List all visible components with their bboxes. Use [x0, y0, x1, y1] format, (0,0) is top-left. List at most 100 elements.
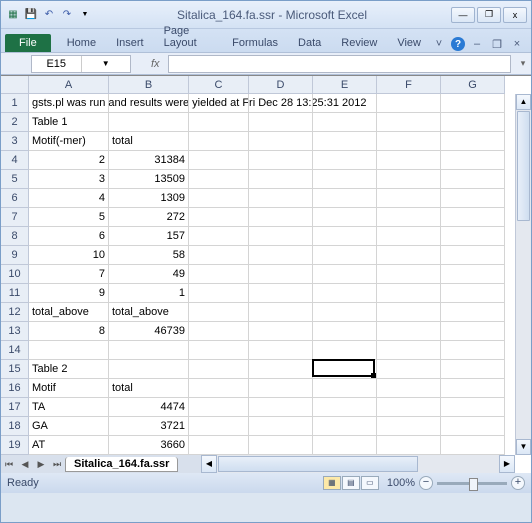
cell-G4[interactable]	[441, 151, 505, 170]
cell-A13[interactable]: 8	[29, 322, 109, 341]
cell-A19[interactable]: AT	[29, 436, 109, 455]
row-header-19[interactable]: 19	[1, 436, 29, 455]
cell-C4[interactable]	[189, 151, 249, 170]
cell-B7[interactable]: 272	[109, 208, 189, 227]
sheet-nav-first-icon[interactable]: ⏮	[1, 459, 17, 470]
cell-C11[interactable]	[189, 284, 249, 303]
cell-E1[interactable]	[313, 94, 377, 113]
undo-icon[interactable]: ↶	[41, 7, 57, 23]
zoom-slider[interactable]	[437, 482, 507, 485]
row-header-16[interactable]: 16	[1, 379, 29, 398]
cell-A10[interactable]: 7	[29, 265, 109, 284]
cell-F6[interactable]	[377, 189, 441, 208]
cell-G11[interactable]	[441, 284, 505, 303]
page-layout-view-button[interactable]: ▤	[342, 476, 360, 490]
name-box[interactable]: E15 ▼	[31, 55, 131, 73]
col-header-F[interactable]: F	[377, 76, 441, 94]
cell-C12[interactable]	[189, 303, 249, 322]
tab-page-layout[interactable]: Page Layout	[154, 22, 223, 52]
cell-D9[interactable]	[249, 246, 313, 265]
sheet-nav-last-icon[interactable]: ⏭	[49, 459, 65, 470]
sheet-nav-prev-icon[interactable]: ◀	[17, 459, 33, 470]
row-header-15[interactable]: 15	[1, 360, 29, 379]
cell-G13[interactable]	[441, 322, 505, 341]
cell-G18[interactable]	[441, 417, 505, 436]
row-header-8[interactable]: 8	[1, 227, 29, 246]
row-header-18[interactable]: 18	[1, 417, 29, 436]
cell-F18[interactable]	[377, 417, 441, 436]
sheet-tab[interactable]: Sitalica_164.fa.ssr	[65, 457, 178, 472]
cell-G1[interactable]	[441, 94, 505, 113]
cell-C17[interactable]	[189, 398, 249, 417]
cell-F14[interactable]	[377, 341, 441, 360]
row-header-11[interactable]: 11	[1, 284, 29, 303]
hscroll-thumb[interactable]	[218, 456, 418, 472]
workbook-restore-icon[interactable]: ❐	[489, 36, 505, 52]
cell-E7[interactable]	[313, 208, 377, 227]
cell-D4[interactable]	[249, 151, 313, 170]
row-header-7[interactable]: 7	[1, 208, 29, 227]
cell-F4[interactable]	[377, 151, 441, 170]
cell-D3[interactable]	[249, 132, 313, 151]
col-header-C[interactable]: C	[189, 76, 249, 94]
tab-review[interactable]: Review	[331, 34, 387, 52]
cell-G14[interactable]	[441, 341, 505, 360]
cell-B13[interactable]: 46739	[109, 322, 189, 341]
cell-E3[interactable]	[313, 132, 377, 151]
horizontal-scrollbar[interactable]: ◀ ▶	[201, 455, 515, 473]
cell-G16[interactable]	[441, 379, 505, 398]
cell-F5[interactable]	[377, 170, 441, 189]
cell-C15[interactable]	[189, 360, 249, 379]
minimize-button[interactable]: —	[451, 7, 475, 23]
row-header-1[interactable]: 1	[1, 94, 29, 113]
close-button[interactable]: x	[503, 7, 527, 23]
cell-A17[interactable]: TA	[29, 398, 109, 417]
maximize-button[interactable]: ❐	[477, 7, 501, 23]
cell-F11[interactable]	[377, 284, 441, 303]
cell-E4[interactable]	[313, 151, 377, 170]
cell-B19[interactable]: 3660	[109, 436, 189, 455]
cell-C14[interactable]	[189, 341, 249, 360]
cell-B5[interactable]: 13509	[109, 170, 189, 189]
cell-B9[interactable]: 58	[109, 246, 189, 265]
cell-D19[interactable]	[249, 436, 313, 455]
cell-D12[interactable]	[249, 303, 313, 322]
cell-C6[interactable]	[189, 189, 249, 208]
cell-D2[interactable]	[249, 113, 313, 132]
formula-input[interactable]	[168, 55, 511, 73]
row-header-14[interactable]: 14	[1, 341, 29, 360]
cell-E15[interactable]	[313, 360, 377, 379]
row-header-10[interactable]: 10	[1, 265, 29, 284]
row-header-3[interactable]: 3	[1, 132, 29, 151]
cell-A7[interactable]: 5	[29, 208, 109, 227]
file-tab[interactable]: File	[5, 34, 51, 52]
cell-F2[interactable]	[377, 113, 441, 132]
cell-F9[interactable]	[377, 246, 441, 265]
cell-D18[interactable]	[249, 417, 313, 436]
row-headers[interactable]: 12345678910111213141516171819	[1, 94, 29, 455]
row-header-9[interactable]: 9	[1, 246, 29, 265]
tab-data[interactable]: Data	[288, 34, 331, 52]
cell-A14[interactable]	[29, 341, 109, 360]
cell-D13[interactable]	[249, 322, 313, 341]
cell-D16[interactable]	[249, 379, 313, 398]
cell-F13[interactable]	[377, 322, 441, 341]
cell-B6[interactable]: 1309	[109, 189, 189, 208]
col-header-B[interactable]: B	[109, 76, 189, 94]
cell-A3[interactable]: Motif(-mer)	[29, 132, 109, 151]
cell-F15[interactable]	[377, 360, 441, 379]
tab-insert[interactable]: Insert	[106, 34, 154, 52]
cell-G8[interactable]	[441, 227, 505, 246]
cell-D5[interactable]	[249, 170, 313, 189]
workbook-minimize-icon[interactable]: –	[469, 36, 485, 52]
col-header-E[interactable]: E	[313, 76, 377, 94]
cell-D8[interactable]	[249, 227, 313, 246]
cell-F3[interactable]	[377, 132, 441, 151]
scroll-left-button[interactable]: ◀	[201, 455, 217, 473]
cell-A16[interactable]: Motif	[29, 379, 109, 398]
cell-E6[interactable]	[313, 189, 377, 208]
cell-B17[interactable]: 4474	[109, 398, 189, 417]
cell-C19[interactable]	[189, 436, 249, 455]
name-box-dropdown-icon[interactable]: ▼	[81, 56, 131, 72]
vscroll-thumb[interactable]	[517, 111, 530, 221]
